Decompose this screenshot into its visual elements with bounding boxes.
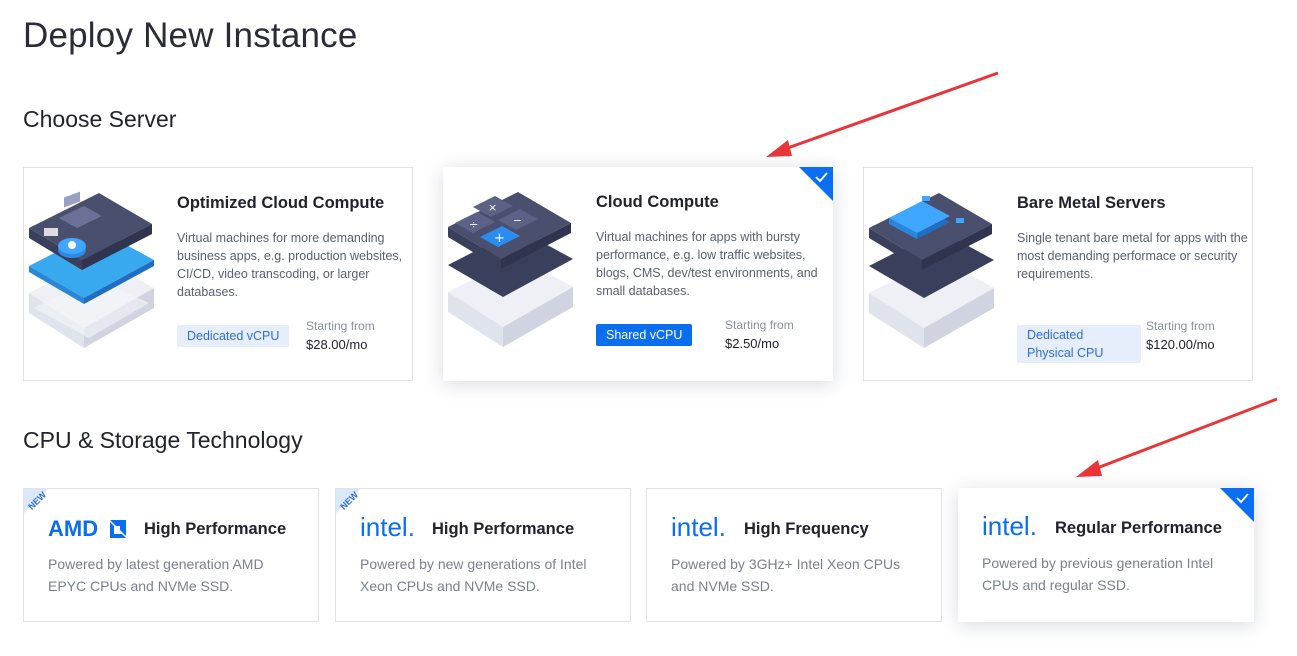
selected-check-icon <box>799 167 833 201</box>
price-value: $2.50/mo <box>725 336 780 351</box>
server-description: Virtual machines for more demanding busi… <box>177 231 403 299</box>
section-title-cpu-storage: CPU & Storage Technology <box>23 427 303 453</box>
tech-description: Powered by previous generation Intel CPU… <box>982 555 1214 593</box>
server-optimized-illustration <box>29 191 154 348</box>
server-description: Single tenant bare metal for apps with t… <box>1017 231 1248 281</box>
server-baremetal-illustration <box>869 193 994 348</box>
tech-description: Powered by latest generation AMD EPYC CP… <box>48 556 264 594</box>
server-cloud-illustration: × − ÷ + <box>448 192 573 347</box>
svg-text:×: × <box>488 201 497 214</box>
cpu-type-badge: Dedicated Physical CPU <box>1017 325 1141 363</box>
tech-name: High Frequency <box>744 520 869 538</box>
selected-check-icon <box>1220 488 1254 522</box>
section-title-choose-server: Choose Server <box>23 106 177 132</box>
price-label: Starting from <box>1146 319 1215 333</box>
price-label: Starting from <box>306 319 375 333</box>
amd-logo-text: AMD <box>48 516 98 540</box>
intel-logo-text: intel. <box>671 514 726 542</box>
server-card-optimized-cloud-compute[interactable]: Optimized Cloud Compute Virtual machines… <box>23 167 413 381</box>
intel-logo-text: intel. <box>360 514 415 542</box>
tech-name: High Performance <box>432 520 575 538</box>
intel-logo-text: intel. <box>982 513 1037 541</box>
intel-logo: intel. <box>360 514 415 542</box>
tech-card-intel-high-performance[interactable]: NEW intel. High Performance Powered by n… <box>335 488 631 622</box>
tech-name: Regular Performance <box>1055 519 1222 537</box>
svg-text:÷: ÷ <box>469 218 478 231</box>
price-label: Starting from <box>725 318 794 332</box>
server-description: Virtual machines for apps with bursty pe… <box>596 230 818 298</box>
cpu-type-badge: Dedicated vCPU <box>177 325 290 347</box>
svg-text:+: + <box>494 231 505 246</box>
server-card-cloud-compute[interactable]: × − ÷ + Cloud Compute Virtual machines f… <box>443 167 833 381</box>
cpu-type-badge: Shared vCPU <box>596 324 693 346</box>
tech-description: Powered by 3GHz+ Intel Xeon CPUs and NVM… <box>671 556 901 594</box>
tech-name: High Performance <box>144 520 287 538</box>
tech-card-amd-high-performance[interactable]: NEW AMD High Performance Powered by late… <box>23 488 319 622</box>
price-value: $28.00/mo <box>306 337 368 352</box>
server-card-bare-metal[interactable]: Bare Metal Servers Single tenant bare me… <box>863 167 1253 381</box>
server-name: Optimized Cloud Compute <box>177 194 385 212</box>
server-name: Cloud Compute <box>596 193 719 211</box>
intel-logo: intel. <box>982 513 1037 541</box>
svg-text:−: − <box>513 214 522 227</box>
server-name: Bare Metal Servers <box>1017 194 1166 212</box>
tech-card-intel-regular-performance[interactable]: intel. Regular Performance Powered by pr… <box>958 488 1254 622</box>
tech-description: Powered by new generations of Intel Xeon… <box>360 556 587 594</box>
amd-logo: AMD <box>48 516 126 540</box>
tech-card-intel-high-frequency[interactable]: intel. High Frequency Powered by 3GHz+ I… <box>646 488 942 622</box>
price-value: $120.00/mo <box>1146 337 1215 352</box>
page-title: Deploy New Instance <box>23 16 358 55</box>
intel-logo: intel. <box>671 514 726 542</box>
